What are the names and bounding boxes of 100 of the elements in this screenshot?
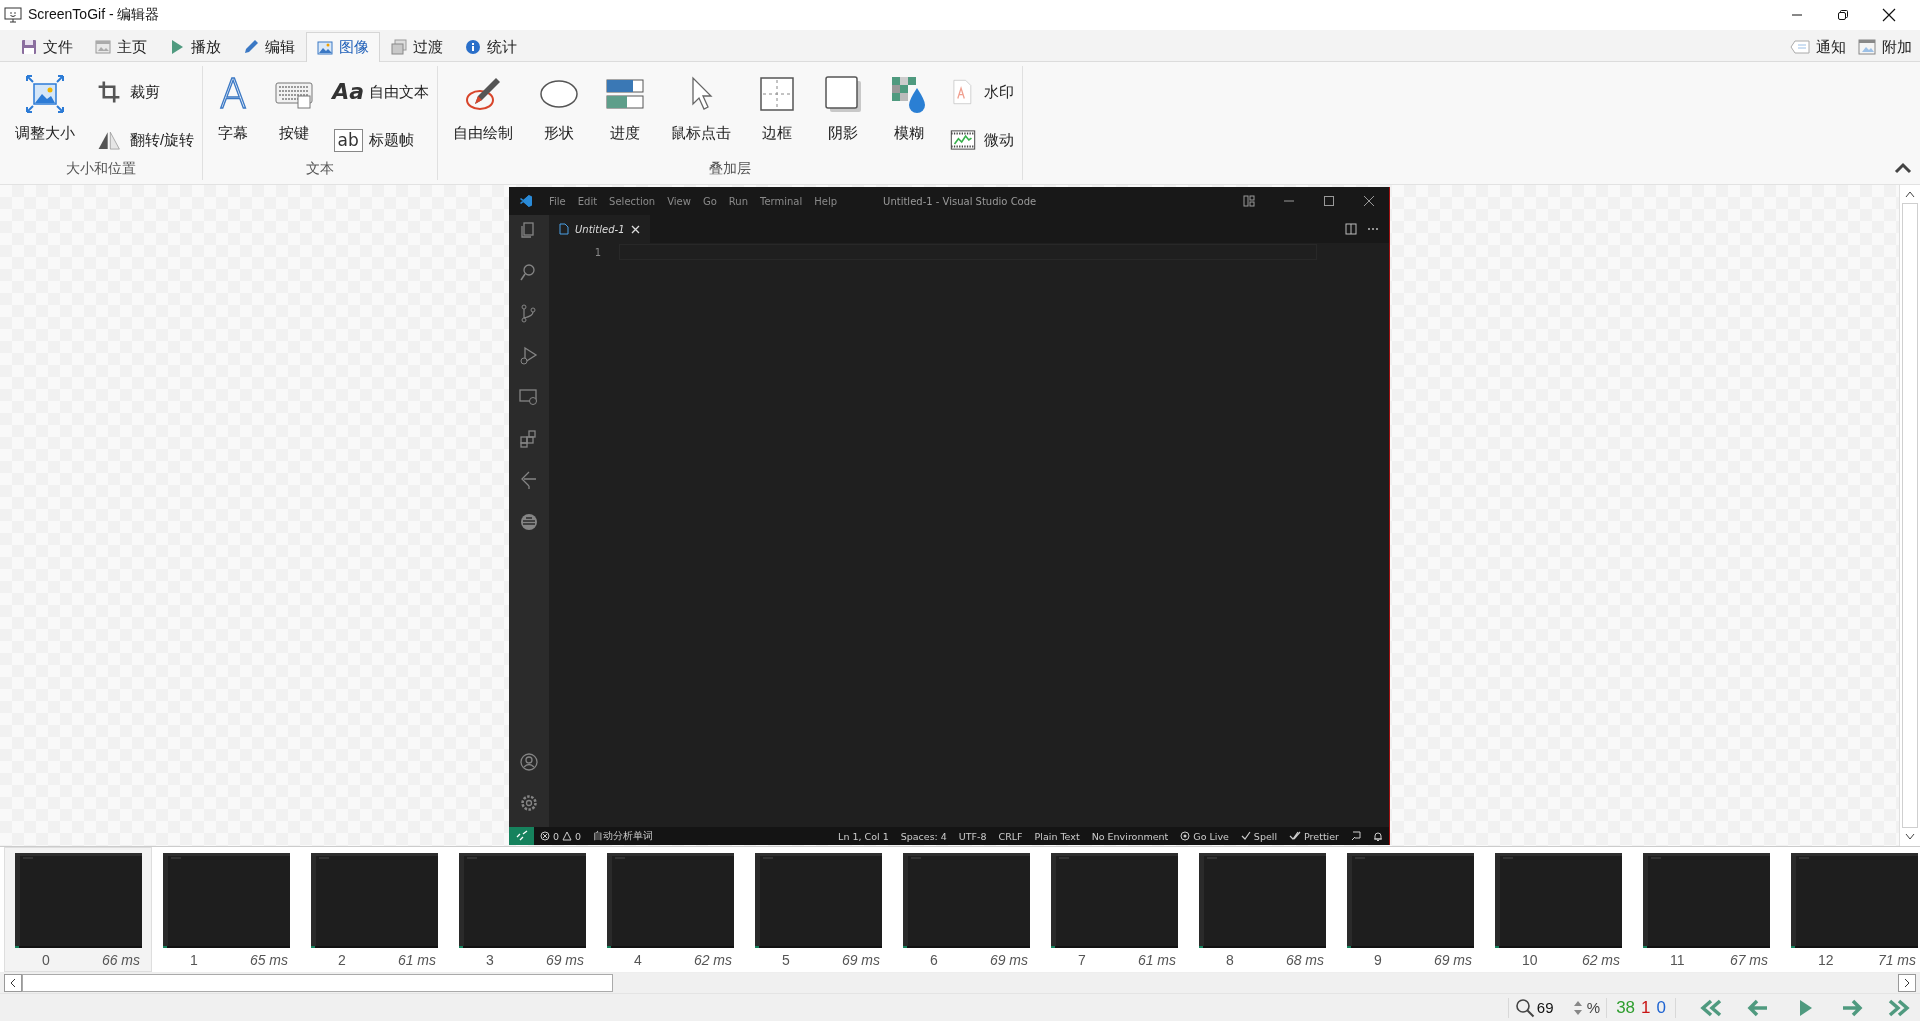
status-item[interactable]: Plain Text	[1028, 830, 1086, 842]
ribbon-tab[interactable]: 编辑	[232, 32, 306, 61]
frame-item[interactable]: 6 69 ms	[892, 847, 1040, 972]
menu-item[interactable]: View	[661, 195, 697, 207]
ribbon-button[interactable]: 微动	[948, 124, 1015, 156]
menu-item[interactable]: Selection	[603, 195, 662, 207]
ribbon-button[interactable]: 阴影	[812, 70, 875, 160]
frame-duration: 69 ms	[1433, 952, 1472, 968]
run-icon[interactable]	[519, 345, 539, 366]
frame-duration: 61 ms	[1137, 952, 1176, 968]
frame-item[interactable]: 5 69 ms	[744, 847, 892, 972]
split-editor-icon[interactable]	[1345, 223, 1357, 235]
ribbon-button[interactable]: Aa 自由文本	[333, 76, 430, 108]
scroll-up-icon[interactable]	[1905, 190, 1915, 198]
globe-icon[interactable]	[519, 511, 539, 532]
ribbon-button[interactable]: 裁剪	[94, 76, 195, 108]
feedback-icon[interactable]	[1351, 831, 1361, 841]
menu-item[interactable]: Go	[696, 195, 723, 207]
group-label: 文本	[305, 160, 336, 178]
next-frame-icon[interactable]	[1841, 997, 1863, 1018]
status-item[interactable]: CRLF	[992, 830, 1029, 842]
status-item[interactable]: Spaces: 4	[894, 830, 953, 842]
status-item[interactable]: Prettier	[1283, 830, 1345, 842]
frame-item[interactable]: 3 69 ms	[448, 847, 596, 972]
status-item[interactable]: UTF-8	[952, 830, 993, 842]
status-item[interactable]: Ln 1, Col 1	[832, 830, 895, 842]
zoom-field[interactable]: 69	[1534, 999, 1573, 1016]
spinner-icon[interactable]	[1572, 999, 1583, 1016]
menu-item[interactable]: File	[543, 195, 572, 207]
settings-icon[interactable]	[519, 793, 539, 813]
ribbon-button[interactable]: 模糊	[878, 70, 941, 160]
maximize-icon[interactable]	[1323, 195, 1335, 207]
ribbon-button[interactable]: ab 标题帧	[333, 124, 430, 156]
notification-button[interactable]: 通知	[1786, 33, 1850, 61]
account-icon[interactable]	[519, 751, 539, 772]
bell-icon[interactable]	[1373, 831, 1383, 841]
blocks-icon[interactable]	[519, 428, 539, 449]
scrollbar-thumb[interactable]	[1902, 203, 1918, 828]
monitor-icon[interactable]	[519, 387, 539, 407]
ribbon-tab[interactable]: 文件	[10, 32, 84, 61]
ribbon-tab[interactable]: 图像	[306, 32, 380, 62]
scrollbar-thumb[interactable]	[22, 974, 613, 992]
frame-number: 11	[1669, 952, 1685, 968]
status-item[interactable]: 自动分析单词	[587, 829, 660, 843]
ribbon-button[interactable]: 翻转/旋转	[94, 124, 195, 156]
ribbon-button[interactable]: 调整大小	[4, 70, 86, 160]
ribbon-button[interactable]: 进度	[594, 70, 657, 160]
frame-item[interactable]: 2 61 ms	[300, 847, 448, 972]
menu-item[interactable]: Edit	[571, 195, 604, 207]
frame-item[interactable]: 0 66 ms	[4, 847, 152, 972]
warning-icon	[562, 831, 573, 841]
restore-icon[interactable]	[1837, 9, 1849, 21]
frame-number: 9	[1373, 952, 1382, 968]
problems-status[interactable]: 0 0	[534, 830, 588, 842]
ribbon-button[interactable]: 形状	[528, 70, 591, 160]
frame-item[interactable]: 7 61 ms	[1040, 847, 1188, 972]
last-frame-icon[interactable]	[1888, 997, 1910, 1018]
scroll-down-icon[interactable]	[1905, 833, 1915, 841]
ribbon-button[interactable]: 自由绘制	[442, 70, 525, 160]
ribbon-tab[interactable]: 统计	[454, 32, 528, 61]
previous-frame-icon[interactable]	[1747, 997, 1769, 1018]
ribbon-button[interactable]: 按键	[263, 70, 326, 160]
menu-item[interactable]: Run	[722, 195, 754, 207]
menu-item[interactable]: Terminal	[754, 195, 809, 207]
remote-icon[interactable]	[515, 830, 528, 842]
frame-item[interactable]: 9 69 ms	[1336, 847, 1484, 972]
frame-item[interactable]: 1 65 ms	[152, 847, 300, 972]
frame-item[interactable]: 10 62 ms	[1484, 847, 1632, 972]
group-label: 大小和位置	[65, 160, 138, 178]
frame-number: 3	[485, 952, 494, 968]
frame-count: 38	[1616, 997, 1636, 1018]
tag-icon	[1790, 40, 1810, 54]
ribbon-tab[interactable]: 主页	[84, 32, 158, 61]
status-item[interactable]: Go Live	[1174, 830, 1235, 842]
attach-button[interactable]: 附加	[1854, 33, 1916, 61]
frame-item[interactable]: 12 71 ms	[1780, 847, 1920, 972]
scroll-right-button[interactable]	[1898, 974, 1916, 992]
first-frame-icon[interactable]	[1700, 997, 1722, 1018]
branch-icon[interactable]	[519, 304, 539, 324]
close-icon[interactable]	[1882, 8, 1896, 22]
pencil-icon	[243, 39, 259, 55]
ribbon-tab[interactable]: 播放	[158, 32, 232, 61]
menu-item[interactable]: Help	[808, 195, 844, 207]
editor-tab[interactable]: Untitled-1	[549, 215, 650, 243]
close-icon[interactable]	[1363, 195, 1375, 207]
arrow-icon[interactable]	[519, 470, 539, 490]
frame-item[interactable]: 4 62 ms	[596, 847, 744, 972]
ribbon-button[interactable]: A 字幕	[207, 70, 260, 160]
scroll-left-button[interactable]	[4, 974, 22, 992]
ribbon-tab[interactable]: 过渡	[380, 32, 454, 61]
status-item[interactable]: Spell	[1234, 830, 1284, 842]
status-item[interactable]: No Environment	[1085, 830, 1175, 842]
ribbon-button[interactable]: 鼠标点击	[660, 70, 743, 160]
frame-item[interactable]: 8 68 ms	[1188, 847, 1336, 972]
chevron-left-icon	[10, 978, 16, 988]
frame-item[interactable]: 11 67 ms	[1632, 847, 1780, 972]
layout-icon[interactable]	[1243, 195, 1255, 207]
ribbon-button[interactable]: 边框	[746, 70, 809, 160]
collapse-icon[interactable]	[1894, 162, 1912, 174]
ribbon-button[interactable]: 水印	[948, 76, 1015, 108]
